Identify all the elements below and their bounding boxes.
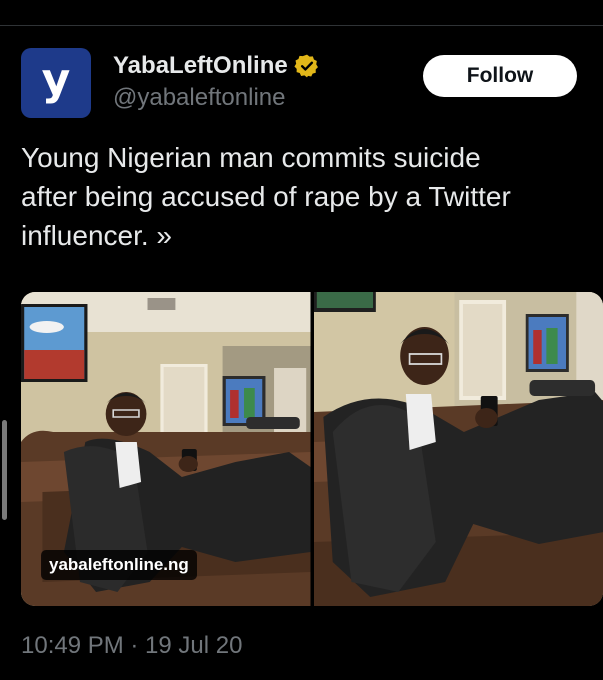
tweet-timestamp[interactable]: 10:49 PM · 19 Jul 20 — [21, 632, 242, 660]
media-photo-2[interactable] — [313, 292, 603, 606]
tweet-media[interactable]: yabaleftonline.ng — [21, 292, 603, 606]
tweet-text: Young Nigerian man commits suicide after… — [21, 142, 511, 251]
scroll-indicator[interactable] — [2, 420, 7, 520]
verified-badge-icon — [294, 54, 318, 78]
display-name-row: YabaLeftOnline — [113, 51, 320, 81]
watermark-label: yabaleftonline.ng — [41, 550, 197, 580]
author-handle[interactable]: @yabaleftonline — [113, 83, 320, 113]
svg-text:y: y — [42, 58, 71, 105]
tweet-screen: y YabaLeftOnline @yabaleftonline Follow … — [0, 0, 603, 680]
follow-button[interactable]: Follow — [423, 55, 577, 97]
tweet-header: y YabaLeftOnline @yabaleftonline Follow — [21, 48, 581, 118]
top-divider — [0, 25, 603, 26]
media-photo-1[interactable]: yabaleftonline.ng — [21, 292, 311, 606]
avatar[interactable]: y — [21, 48, 91, 118]
avatar-logo-icon: y — [42, 58, 71, 105]
author-display-name[interactable]: YabaLeftOnline — [113, 51, 288, 81]
photo-2-image — [313, 292, 603, 606]
author-block: YabaLeftOnline @yabaleftonline — [113, 51, 320, 113]
